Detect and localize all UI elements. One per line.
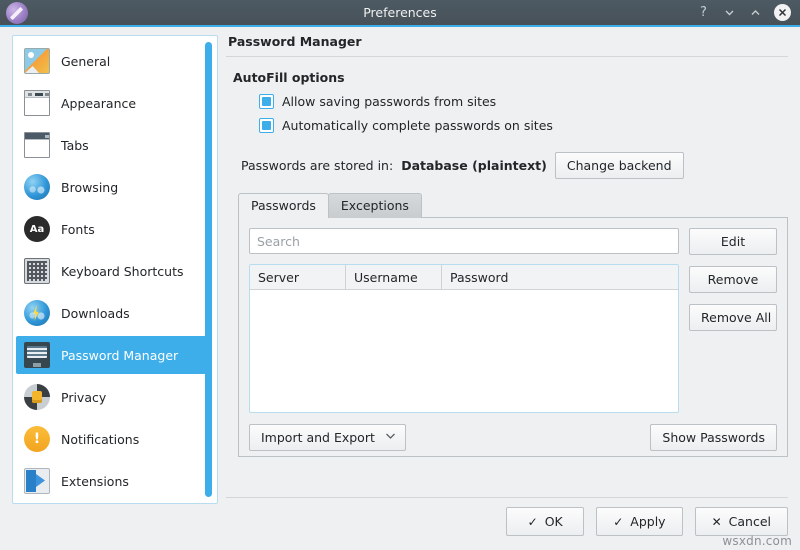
- sidebar-item-label: Notifications: [61, 431, 140, 447]
- chevron-down-icon[interactable]: [722, 5, 737, 20]
- passwords-list-column: Server Username Password: [249, 228, 679, 413]
- cancel-button[interactable]: ✕ Cancel: [694, 507, 788, 536]
- image-picture-icon: [24, 48, 50, 74]
- watermark: wsxdn.com: [722, 534, 792, 548]
- chevron-down-icon: [385, 432, 396, 443]
- passwords-action-buttons: Edit Remove Remove All: [689, 228, 777, 413]
- column-header-server[interactable]: Server: [250, 265, 346, 289]
- window-icon: [24, 90, 50, 116]
- autocomplete-checkbox[interactable]: [259, 118, 274, 133]
- show-passwords-button[interactable]: Show Passwords: [650, 424, 777, 451]
- monitor-password-icon: [24, 342, 50, 368]
- passwords-content-row: Server Username Password Edit Remove Rem…: [249, 228, 777, 413]
- autocomplete-label: Automatically complete passwords on site…: [282, 118, 553, 133]
- import-export-label: Import and Export: [261, 430, 375, 445]
- preferences-sidebar[interactable]: General Appearance Tabs Browsing Aa Font…: [12, 35, 218, 504]
- check-icon: ✓: [527, 514, 538, 529]
- title-bar: Preferences ?: [0, 0, 800, 27]
- privacy-lock-icon: [24, 384, 50, 410]
- storage-value: Database (plaintext): [401, 158, 547, 173]
- storage-label: Passwords are stored in:: [241, 158, 394, 173]
- edit-button[interactable]: Edit: [689, 228, 777, 255]
- sidebar-item-label: Downloads: [61, 305, 130, 321]
- sidebar-item-label: Password Manager: [61, 347, 179, 363]
- storage-backend-row: Passwords are stored in: Database (plain…: [226, 152, 788, 179]
- apply-label: Apply: [630, 514, 666, 529]
- sidebar-item-extensions[interactable]: Extensions: [16, 462, 210, 500]
- import-and-export-button[interactable]: Import and Export: [249, 424, 406, 451]
- notification-warning-icon: !: [24, 426, 50, 452]
- footer-divider: [226, 497, 788, 498]
- sidebar-item-appearance[interactable]: Appearance: [16, 84, 210, 122]
- password-tabs-section: Passwords Exceptions Server Username Pas…: [226, 193, 788, 457]
- sidebar-item-privacy[interactable]: Privacy: [16, 378, 210, 416]
- sidebar-item-label: General: [61, 53, 111, 69]
- column-header-password[interactable]: Password: [442, 265, 678, 289]
- fonts-aa-icon: Aa: [24, 216, 50, 242]
- sidebar-item-label: Tabs: [61, 137, 89, 153]
- autofill-group-title: AutoFill options: [233, 70, 345, 85]
- checkbox-row-allow-saving[interactable]: Allow saving passwords from sites: [226, 94, 788, 109]
- passwords-table[interactable]: Server Username Password: [249, 264, 679, 413]
- sidebar-scrollbar[interactable]: [205, 42, 212, 497]
- table-header-row: Server Username Password: [250, 265, 678, 290]
- chevron-up-icon[interactable]: [748, 5, 763, 20]
- sidebar-item-label: Fonts: [61, 221, 95, 237]
- cancel-label: Cancel: [728, 514, 771, 529]
- extensions-puzzle-icon: [24, 468, 50, 494]
- ok-button[interactable]: ✓ OK: [506, 507, 585, 536]
- falkon-app-icon: [6, 1, 28, 24]
- window-controls: ?: [696, 4, 800, 21]
- main-panel: Password Manager AutoFill options Allow …: [226, 34, 788, 489]
- sidebar-item-label: Extensions: [61, 473, 129, 489]
- check-icon: ✓: [613, 514, 624, 529]
- sidebar-item-fonts[interactable]: Aa Fonts: [16, 210, 210, 248]
- dialog-buttons: ✓ OK ✓ Apply ✕ Cancel: [506, 507, 788, 536]
- globe-download-icon: [24, 300, 50, 326]
- close-icon[interactable]: [774, 4, 791, 21]
- tab-exceptions[interactable]: Exceptions: [327, 193, 422, 218]
- passwords-tab-pane: Server Username Password Edit Remove Rem…: [238, 217, 788, 457]
- ok-label: OK: [544, 514, 563, 529]
- allow-saving-label: Allow saving passwords from sites: [282, 94, 497, 109]
- sidebar-item-browsing[interactable]: Browsing: [16, 168, 210, 206]
- page-title: Password Manager: [228, 34, 362, 49]
- tab-strip[interactable]: Passwords Exceptions: [238, 193, 788, 218]
- sidebar-item-keyboard-shortcuts[interactable]: Keyboard Shortcuts: [16, 252, 210, 290]
- window-title: Preferences: [363, 5, 437, 20]
- remove-all-button[interactable]: Remove All: [689, 304, 777, 331]
- sidebar-item-general[interactable]: General: [16, 42, 210, 80]
- sidebar-item-label: Keyboard Shortcuts: [61, 263, 184, 279]
- window-tabs-icon: [24, 132, 50, 158]
- search-input[interactable]: [249, 228, 679, 254]
- sidebar-item-label: Privacy: [61, 389, 107, 405]
- preferences-window: Preferences ? General Appearance Tabs Br…: [0, 0, 800, 550]
- remove-button[interactable]: Remove: [689, 266, 777, 293]
- sidebar-item-label: Browsing: [61, 179, 119, 195]
- globe-icon: [24, 174, 50, 200]
- keyboard-icon: [24, 258, 50, 284]
- sidebar-item-password-manager[interactable]: Password Manager: [16, 336, 210, 374]
- allow-saving-checkbox[interactable]: [259, 94, 274, 109]
- checkbox-row-autocomplete[interactable]: Automatically complete passwords on site…: [226, 118, 788, 133]
- sidebar-item-downloads[interactable]: Downloads: [16, 294, 210, 332]
- sidebar-item-tabs[interactable]: Tabs: [16, 126, 210, 164]
- sidebar-item-label: Appearance: [61, 95, 137, 111]
- column-header-username[interactable]: Username: [346, 265, 442, 289]
- change-backend-button[interactable]: Change backend: [554, 152, 684, 179]
- help-button[interactable]: ?: [696, 5, 711, 20]
- title-divider: [226, 56, 788, 57]
- apply-button[interactable]: ✓ Apply: [596, 507, 683, 536]
- close-x-icon: ✕: [711, 514, 722, 529]
- passwords-footer-row: Import and Export Show Passwords: [249, 424, 777, 451]
- tab-passwords[interactable]: Passwords: [238, 193, 329, 218]
- sidebar-item-notifications[interactable]: ! Notifications: [16, 420, 210, 458]
